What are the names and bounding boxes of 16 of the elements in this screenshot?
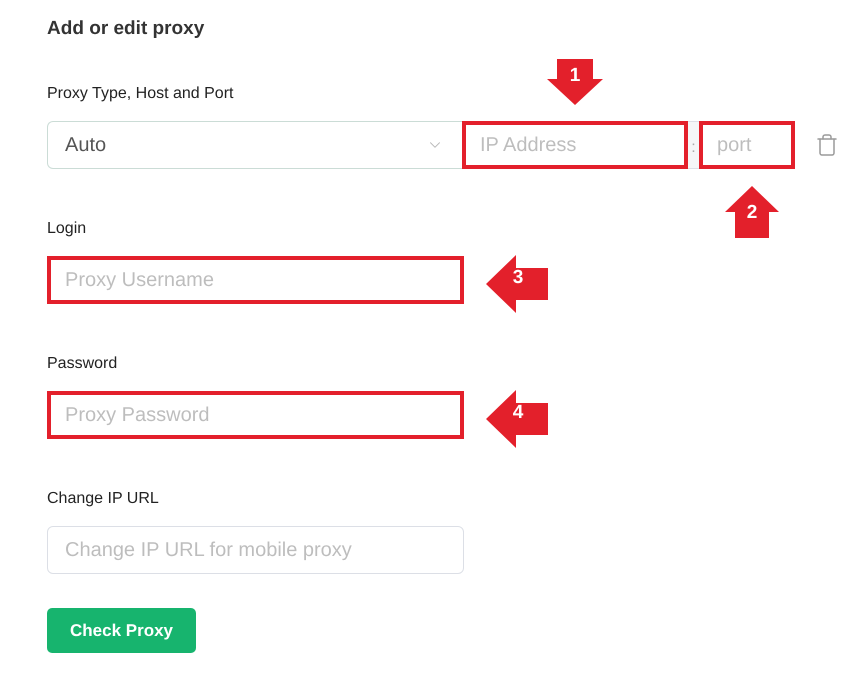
port-field[interactable]: port (699, 121, 795, 169)
field-label: Password (47, 354, 118, 374)
callout-arrow: 1 (547, 59, 603, 105)
proxy-type-select[interactable]: Auto (47, 121, 462, 169)
callout-arrow: 4 (486, 390, 548, 448)
field-label: Proxy Type, Host and Port (47, 84, 234, 104)
form-title: Add or edit proxy (47, 18, 204, 40)
field-label: Change IP URL (47, 489, 159, 509)
text-input-field[interactable]: Proxy Password (47, 391, 464, 439)
colon-separator: : (688, 121, 699, 169)
callout-arrow: 3 (486, 255, 548, 313)
field-label: Login (47, 219, 86, 239)
ip-address-field[interactable]: IP Address (462, 121, 688, 169)
trash-icon[interactable] (815, 133, 839, 157)
text-input-field[interactable]: Proxy Username (47, 256, 464, 304)
callout-arrow: 2 (725, 186, 779, 238)
